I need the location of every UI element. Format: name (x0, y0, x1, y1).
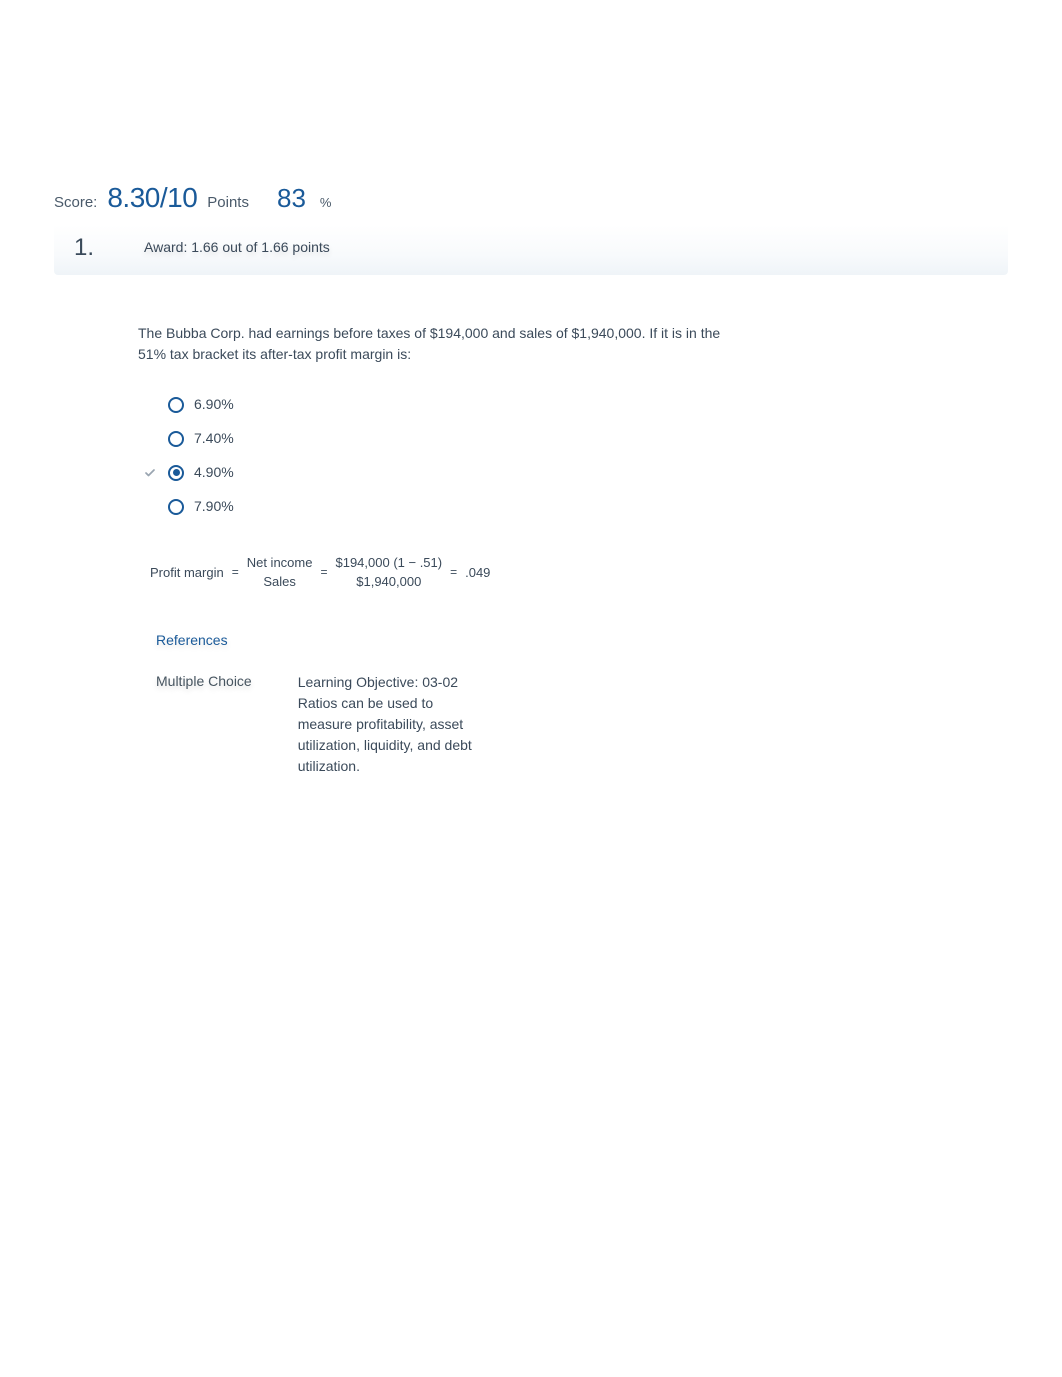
score-value: 8.30/10 (107, 178, 197, 217)
equals-sign: = (232, 564, 239, 581)
fraction-denominator: $1,940,000 (356, 573, 421, 591)
option-3[interactable]: 4.90% (142, 463, 1008, 483)
check-placeholder (142, 431, 158, 447)
fraction-numerator: Net income (247, 555, 313, 573)
check-placeholder (142, 499, 158, 515)
option-4[interactable]: 7.90% (142, 497, 1008, 517)
fraction-denominator: Sales (263, 573, 296, 591)
check-icon (142, 465, 158, 481)
question-number: 1. (74, 231, 94, 265)
score-label: Score: (54, 192, 97, 213)
equals-sign: = (450, 564, 457, 581)
references-link[interactable]: References (138, 631, 1008, 651)
radio-icon (168, 431, 184, 447)
option-2[interactable]: 7.40% (142, 429, 1008, 449)
references-body: Multiple Choice Learning Objective: 03-0… (138, 672, 1008, 777)
check-placeholder (142, 397, 158, 413)
question-block: 1. Award: 1.66 out of 1.66 points The Bu… (54, 225, 1008, 777)
option-label: 7.40% (194, 429, 234, 449)
award-row: 1. Award: 1.66 out of 1.66 points (54, 225, 1008, 275)
radio-icon (168, 397, 184, 413)
option-1[interactable]: 6.90% (142, 395, 1008, 415)
radio-icon (168, 499, 184, 515)
formula-result: .049 (465, 564, 490, 582)
option-label: 4.90% (194, 463, 234, 483)
radio-icon-selected (168, 465, 184, 481)
award-text: Award: 1.66 out of 1.66 points (144, 238, 330, 258)
question-type-label: Multiple Choice (156, 672, 252, 777)
score-percent: 83 (277, 180, 306, 216)
option-label: 6.90% (194, 395, 234, 415)
equals-sign: = (320, 564, 327, 581)
fraction-2: $194,000 (1 − .51) $1,940,000 (335, 555, 442, 591)
formula-lhs: Profit margin (150, 564, 224, 582)
score-row: Score: 8.30/10 Points 83 % (54, 178, 1008, 217)
options-list: 6.90% 7.40% 4.90% 7.90% (138, 395, 1008, 517)
question-text: The Bubba Corp. had earnings before taxe… (138, 323, 1008, 365)
fraction-numerator: $194,000 (1 − .51) (335, 555, 442, 573)
fraction-1: Net income Sales (247, 555, 313, 591)
option-label: 7.90% (194, 497, 234, 517)
score-percent-symbol: % (316, 194, 332, 212)
formula: Profit margin = Net income Sales = $194,… (138, 555, 1008, 591)
score-points-label: Points (207, 192, 249, 213)
learning-objective: Learning Objective: 03-02 Ratios can be … (298, 672, 478, 777)
